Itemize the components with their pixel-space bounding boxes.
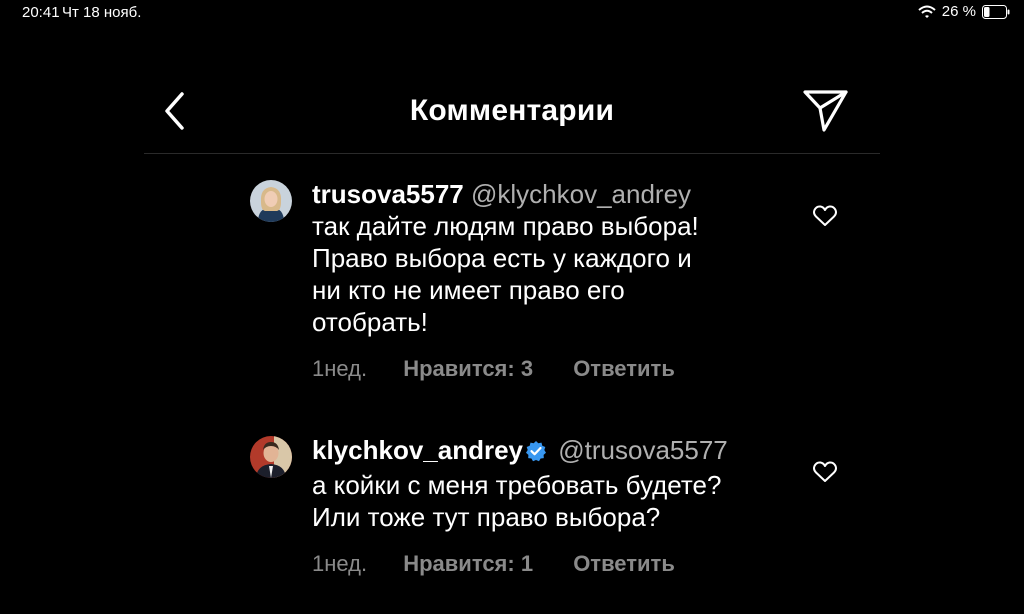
comment-text: klychkov_andrey @trusova5577 а койки с м… bbox=[312, 434, 782, 533]
comment-mention[interactable]: @klychkov_andrey bbox=[471, 179, 691, 209]
header-divider bbox=[144, 153, 880, 154]
status-indicators: 26 % bbox=[918, 3, 1010, 20]
comment-body: trusova5577 @klychkov_andrey так дайте л… bbox=[312, 178, 782, 382]
verified-badge-icon bbox=[525, 437, 547, 469]
like-button[interactable] bbox=[812, 204, 838, 228]
heart-icon bbox=[813, 205, 837, 226]
page-title: Комментарии bbox=[409, 94, 615, 127]
comment-time: 1нед. bbox=[312, 356, 368, 381]
header: Комментарии bbox=[0, 70, 1024, 150]
comment-line: отобрать! bbox=[312, 307, 428, 337]
status-time: 20:41 bbox=[22, 4, 60, 21]
comment-line: а койки с меня требовать будете? bbox=[312, 470, 722, 500]
comment-text: trusova5577 @klychkov_andrey так дайте л… bbox=[312, 178, 782, 338]
status-bar: 20:41 Чт 18 нояб. 26 % bbox=[0, 0, 1024, 24]
likes-count[interactable]: Нравится: 1 bbox=[403, 551, 533, 577]
avatar[interactable] bbox=[250, 180, 292, 222]
comment-time: 1нед. bbox=[312, 551, 368, 576]
reply-button[interactable]: Ответить bbox=[573, 551, 675, 577]
like-button[interactable] bbox=[812, 460, 838, 484]
comment-body: klychkov_andrey @trusova5577 а койки с м… bbox=[312, 434, 782, 577]
status-date: Чт 18 нояб. bbox=[62, 4, 142, 21]
comment-meta: 1нед. Нравится: 1 Ответить bbox=[312, 551, 782, 577]
reply-button[interactable]: Ответить bbox=[573, 356, 675, 382]
wifi-icon bbox=[918, 5, 936, 19]
comment-username[interactable]: trusova5577 bbox=[312, 179, 464, 209]
comment-line: Право выбора есть у каждого и bbox=[312, 243, 692, 273]
comment-line: ни кто не имеет право его bbox=[312, 275, 625, 305]
comment-meta: 1нед. Нравится: 3 Ответить bbox=[312, 356, 782, 382]
share-button[interactable] bbox=[800, 88, 850, 132]
comment-line: Или тоже тут право выбора? bbox=[312, 502, 661, 532]
avatar[interactable] bbox=[250, 436, 292, 478]
likes-count[interactable]: Нравится: 3 bbox=[403, 356, 533, 382]
comment-line: так дайте людям право выбора! bbox=[312, 211, 699, 241]
battery-percent: 26 % bbox=[941, 3, 976, 20]
comment-mention[interactable]: @trusova5577 bbox=[558, 435, 728, 465]
comment-username[interactable]: klychkov_andrey bbox=[312, 435, 523, 465]
paper-plane-icon bbox=[803, 90, 848, 132]
heart-icon bbox=[813, 461, 837, 482]
battery-icon bbox=[982, 4, 1010, 19]
